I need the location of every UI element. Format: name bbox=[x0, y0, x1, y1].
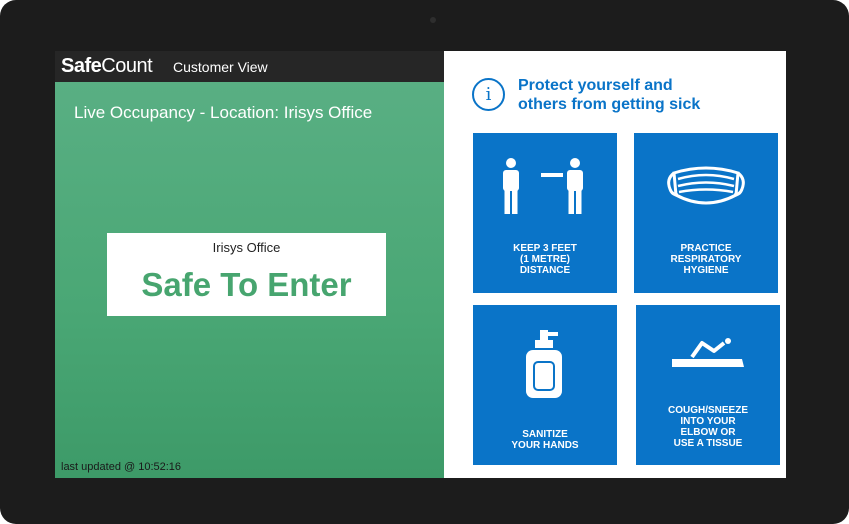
logo-safe-text: Safe bbox=[61, 55, 102, 77]
entry-status: Safe To Enter bbox=[141, 266, 352, 303]
logo-count-text: Count bbox=[101, 55, 153, 77]
display-screen: SafeCount Customer View Live Occupancy -… bbox=[55, 51, 786, 478]
safecount-logo: SafeCount bbox=[61, 55, 153, 78]
advice-heading-line-1: Protect yourself and bbox=[518, 77, 673, 94]
advice-heading: Protect yourself and others from getting… bbox=[518, 76, 700, 114]
last-updated-text: last updated @ 10:52:16 bbox=[61, 461, 182, 473]
occupancy-title: Live Occupancy - Location: Irisys Office bbox=[74, 103, 373, 122]
tile-respiratory-hygiene: PRACTICE RESPIRATORY HYGIENE bbox=[634, 133, 778, 293]
tile-cough-elbow: COUGH/SNEEZE INTO YOUR ELBOW OR USE A TI… bbox=[636, 305, 780, 465]
top-bar: SafeCount Customer View bbox=[55, 51, 444, 82]
tile-sanitize-hands: SANITIZE YOUR HANDS bbox=[473, 305, 617, 465]
advice-panel: i Protect yourself and others from getti… bbox=[444, 51, 786, 478]
tile-caption: COUGH/SNEEZE INTO YOUR ELBOW OR USE A TI… bbox=[667, 405, 748, 449]
occupancy-panel: SafeCount Customer View Live Occupancy -… bbox=[55, 51, 444, 478]
elbow-cough-icon bbox=[672, 338, 744, 367]
status-card: Irisys Office Safe To Enter bbox=[107, 233, 386, 316]
status-location-name: Irisys Office bbox=[212, 240, 281, 255]
camera-dot bbox=[430, 17, 436, 23]
hand-sanitizer-icon bbox=[526, 330, 562, 398]
advice-heading-line-2: others from getting sick bbox=[518, 96, 701, 113]
tablet-frame: SafeCount Customer View Live Occupancy -… bbox=[0, 0, 849, 524]
face-mask-icon bbox=[667, 166, 745, 205]
view-label: Customer View bbox=[173, 59, 268, 75]
tile-caption: SANITIZE YOUR HANDS bbox=[511, 429, 579, 451]
tile-caption: PRACTICE RESPIRATORY HYGIENE bbox=[670, 243, 742, 276]
tile-caption: KEEP 3 FEET (1 METRE) DISTANCE bbox=[513, 243, 577, 276]
info-icon: i bbox=[472, 78, 505, 111]
social-distance-icon bbox=[503, 158, 583, 214]
tile-keep-distance: KEEP 3 FEET (1 METRE) DISTANCE bbox=[473, 133, 617, 293]
